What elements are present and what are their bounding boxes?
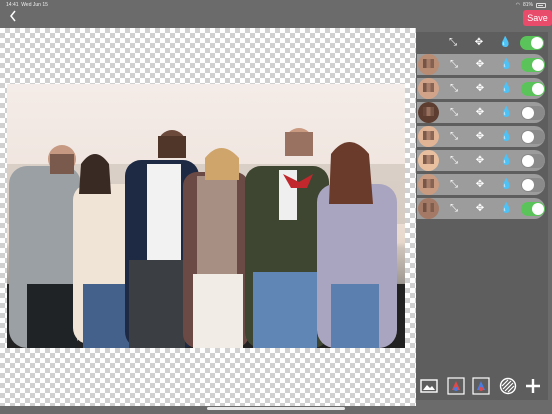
wifi-icon: ◠ <box>515 2 520 8</box>
face-row[interactable]: ⤡ ✥ 💧 <box>417 198 545 219</box>
group-photo[interactable] <box>7 84 405 348</box>
home-indicator <box>207 407 345 410</box>
face-row[interactable]: ⤡ ✥ 💧 <box>417 54 545 75</box>
face-list-panel: ⤡ ✥ 💧 ⤡ ✥ 💧 ⤡ ✥ 💧 ⤡ ✥ 💧 ⤡ ✥ 💧 ⤡ ✥ 💧 ⤡ ✥ … <box>416 32 548 400</box>
face-toggle[interactable] <box>521 202 545 216</box>
color-picker-icon[interactable] <box>447 377 465 395</box>
resize-icon[interactable]: ⤡ <box>448 179 460 191</box>
face-avatar <box>418 174 439 195</box>
face-avatar <box>418 198 439 219</box>
droplet-icon[interactable]: 💧 <box>499 37 511 49</box>
face-toggle[interactable] <box>521 154 545 168</box>
face-avatar <box>418 102 439 123</box>
toggle-all[interactable] <box>520 36 544 50</box>
face-row[interactable]: ⤡ ✥ 💧 <box>417 78 545 99</box>
resize-icon[interactable]: ⤡ <box>448 155 460 167</box>
bottom-toolbar <box>416 374 548 400</box>
resize-icon[interactable]: ⤡ <box>448 107 460 119</box>
chevron-left-icon <box>10 10 16 22</box>
add-icon[interactable] <box>524 377 542 395</box>
face-avatar <box>418 54 439 75</box>
image-icon[interactable] <box>420 377 438 395</box>
face-toggle[interactable] <box>521 130 545 144</box>
toggle-knob <box>531 37 543 49</box>
face-toggle[interactable] <box>521 106 545 120</box>
panel-header: ⤡ ✥ 💧 <box>416 32 548 52</box>
move-icon[interactable]: ✥ <box>474 83 486 95</box>
pattern-icon[interactable] <box>499 377 517 395</box>
color-picker-alt-icon[interactable] <box>472 377 490 395</box>
photo-illustration <box>7 128 405 348</box>
droplet-icon[interactable]: 💧 <box>500 83 512 95</box>
droplet-icon[interactable]: 💧 <box>500 59 512 71</box>
move-icon[interactable]: ✥ <box>474 107 486 119</box>
face-row[interactable]: ⤡ ✥ 💧 <box>417 150 545 171</box>
resize-icon[interactable]: ⤡ <box>448 131 460 143</box>
status-right: ◠ 81% <box>516 2 546 8</box>
resize-icon[interactable]: ⤡ <box>447 37 459 49</box>
face-avatar <box>418 126 439 147</box>
back-button[interactable] <box>8 9 22 25</box>
droplet-icon[interactable]: 💧 <box>500 155 512 167</box>
face-row[interactable]: ⤡ ✥ 💧 <box>417 126 545 147</box>
move-icon[interactable]: ✥ <box>473 37 485 49</box>
droplet-icon[interactable]: 💧 <box>500 179 512 191</box>
move-icon[interactable]: ✥ <box>474 131 486 143</box>
battery-icon <box>536 2 546 8</box>
droplet-icon[interactable]: 💧 <box>500 203 512 215</box>
face-avatar <box>418 150 439 171</box>
face-toggle[interactable] <box>521 58 545 72</box>
face-toggle[interactable] <box>521 178 545 192</box>
face-row[interactable]: ⤡ ✥ 💧 <box>417 174 545 195</box>
droplet-icon[interactable]: 💧 <box>500 131 512 143</box>
resize-icon[interactable]: ⤡ <box>448 59 460 71</box>
droplet-icon[interactable]: 💧 <box>500 107 512 119</box>
battery-level: 81% <box>522 2 533 8</box>
resize-icon[interactable]: ⤡ <box>448 203 460 215</box>
face-row[interactable]: ⤡ ✥ 💧 <box>417 102 545 123</box>
face-avatar <box>418 78 439 99</box>
editing-canvas[interactable] <box>0 28 416 406</box>
save-button[interactable]: Save <box>523 10 552 26</box>
resize-icon[interactable]: ⤡ <box>448 83 460 95</box>
status-bar: 14:41 Wed Jun 15 ◠ 81% <box>0 0 552 10</box>
move-icon[interactable]: ✥ <box>474 179 486 191</box>
move-icon[interactable]: ✥ <box>474 59 486 71</box>
move-icon[interactable]: ✥ <box>474 203 486 215</box>
status-time: 14:41 Wed Jun 15 <box>6 2 48 8</box>
face-toggle[interactable] <box>521 82 545 96</box>
move-icon[interactable]: ✥ <box>474 155 486 167</box>
